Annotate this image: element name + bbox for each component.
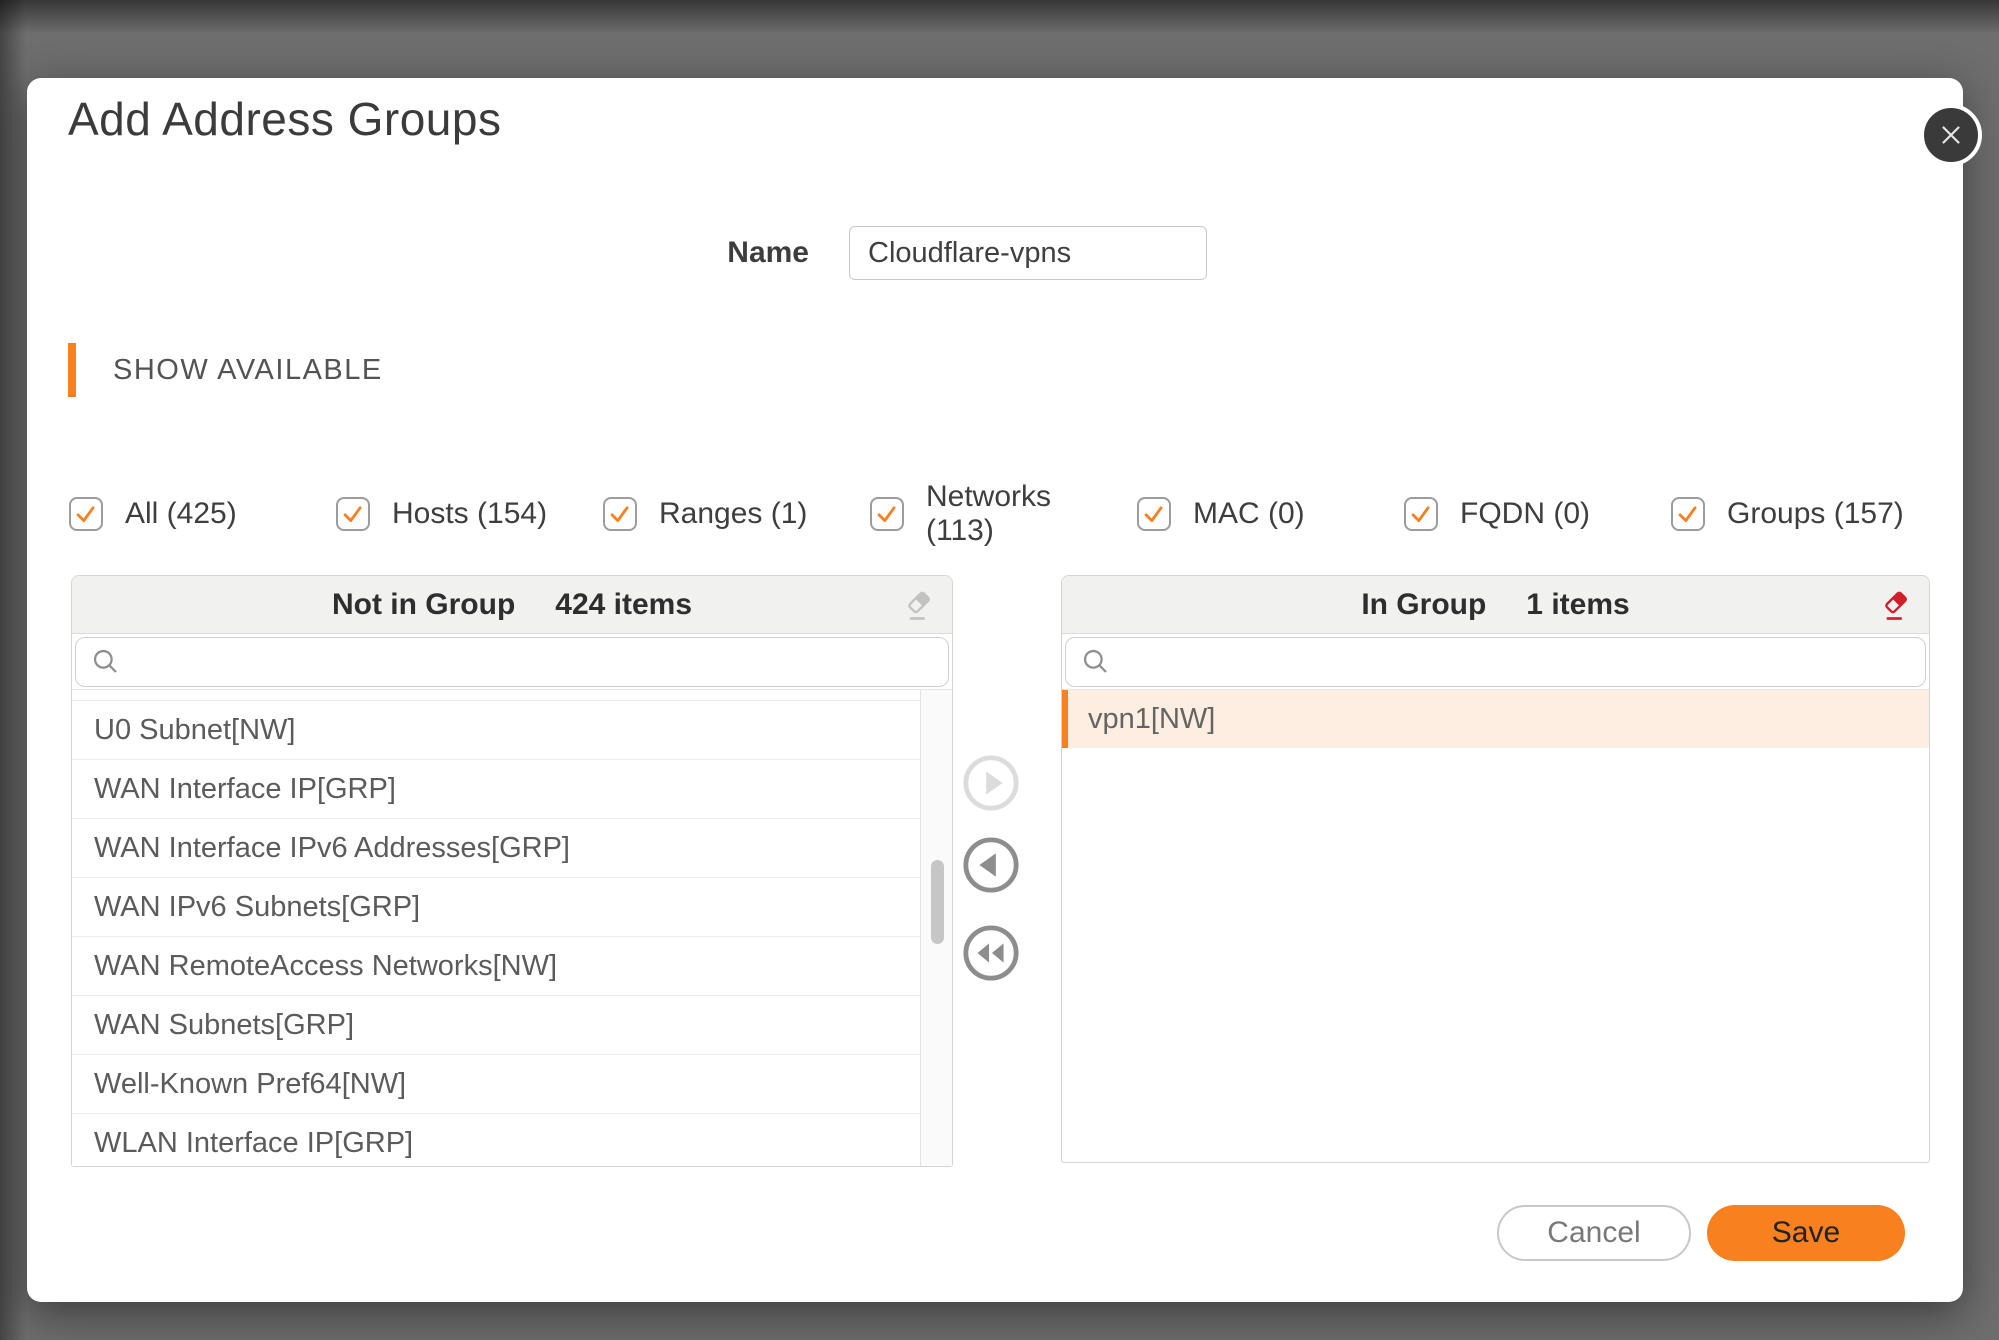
- address-list-item[interactable]: WAN IPv6 Subnets[GRP]: [72, 878, 921, 937]
- add-address-groups-dialog: Add Address Groups Name SHOW AVAILABLE A…: [27, 78, 1982, 1302]
- filter-checkbox-item[interactable]: Ranges (1): [603, 497, 870, 532]
- in-group-list: vpn1[NW]: [1062, 689, 1929, 1162]
- not-in-group-panel: Not in Group 424 items U0 Subnet[NW] WAN…: [71, 575, 953, 1167]
- clear-list-eraser-icon[interactable]: [898, 585, 938, 625]
- not-in-group-search-box[interactable]: [75, 637, 949, 687]
- remove-from-group-button[interactable]: [962, 836, 1020, 894]
- filter-label: MAC (0): [1193, 496, 1305, 530]
- address-list-item[interactable]: WAN Interface IPv6 Addresses[GRP]: [72, 819, 921, 878]
- double-arrow-left-icon: [963, 925, 1019, 981]
- scrollbar-thumb[interactable]: [931, 860, 944, 944]
- dialog-title: Add Address Groups: [68, 93, 502, 145]
- address-list-item[interactable]: WAN Subnets[GRP]: [72, 996, 921, 1055]
- in-group-search-box[interactable]: [1065, 637, 1926, 687]
- address-list-item[interactable]: U0 Subnet[NW]: [72, 701, 921, 760]
- checkbox-checked-icon[interactable]: [1671, 497, 1705, 531]
- arrow-right-icon: [963, 755, 1019, 811]
- scrolled-row-remnant: [72, 690, 921, 701]
- filter-label: Ranges (1): [659, 496, 808, 530]
- filter-checkbox-item[interactable]: Groups (157): [1671, 497, 1904, 532]
- not-in-group-search-input[interactable]: [134, 637, 934, 687]
- scrollbar-track[interactable]: [920, 690, 952, 1166]
- close-icon: [1942, 126, 1960, 144]
- in-group-panel: In Group 1 items vpn1[NW]: [1061, 575, 1930, 1163]
- address-list-item[interactable]: WAN Interface IP[GRP]: [72, 760, 921, 819]
- show-available-section: SHOW AVAILABLE: [68, 343, 383, 397]
- filter-label: Groups (157): [1727, 496, 1904, 530]
- section-label: SHOW AVAILABLE: [113, 354, 383, 386]
- address-list-item[interactable]: Well-Known Pref64[NW]: [72, 1055, 921, 1114]
- search-icon: [1080, 646, 1112, 678]
- in-group-search-input[interactable]: [1124, 637, 1911, 687]
- checkbox-checked-icon[interactable]: [69, 497, 103, 531]
- panel-title: Not in Group: [331, 587, 516, 621]
- checkbox-checked-icon[interactable]: [336, 497, 370, 531]
- name-input[interactable]: [849, 226, 1207, 280]
- cancel-button[interactable]: Cancel: [1497, 1205, 1691, 1261]
- filter-checkbox-item[interactable]: Networks (113): [870, 480, 1137, 549]
- address-list-item[interactable]: WLAN Interface IP[GRP]: [72, 1114, 921, 1166]
- filter-checkbox-item[interactable]: All (425): [69, 497, 336, 532]
- address-list-item[interactable]: WAN RemoteAccess Networks[NW]: [72, 937, 921, 996]
- arrow-left-icon: [963, 837, 1019, 893]
- filter-checkbox-row: All (425) Hosts (154) Ranges (1) Network…: [69, 468, 1927, 560]
- checkbox-checked-icon[interactable]: [1137, 497, 1171, 531]
- clear-group-eraser-icon[interactable]: [1875, 585, 1915, 625]
- panel-item-count: 1 items: [1526, 587, 1630, 621]
- filter-label: All (425): [125, 496, 237, 530]
- filter-label: Networks (113): [926, 479, 1052, 548]
- remove-all-from-group-button[interactable]: [962, 924, 1020, 982]
- panel-item-count: 424 items: [555, 587, 693, 621]
- search-icon: [90, 646, 122, 678]
- close-button[interactable]: [1920, 104, 1982, 166]
- not-in-group-list: U0 Subnet[NW] WAN Interface IP[GRP] WAN …: [72, 689, 952, 1166]
- filter-label: Hosts (154): [392, 496, 548, 530]
- in-group-header: In Group 1 items: [1062, 576, 1929, 634]
- filter-checkbox-item[interactable]: Hosts (154): [336, 497, 603, 532]
- filter-checkbox-item[interactable]: FQDN (0): [1404, 497, 1671, 532]
- group-member-item[interactable]: vpn1[NW]: [1062, 690, 1929, 748]
- checkbox-checked-icon[interactable]: [870, 497, 904, 531]
- filter-label: FQDN (0): [1460, 496, 1590, 530]
- not-in-group-header: Not in Group 424 items: [72, 576, 952, 634]
- panel-title: In Group: [1361, 587, 1487, 621]
- filter-checkbox-item[interactable]: MAC (0): [1137, 497, 1404, 532]
- save-button[interactable]: Save: [1707, 1205, 1905, 1261]
- move-to-group-button[interactable]: [962, 754, 1020, 812]
- section-accent-bar: [68, 343, 76, 397]
- checkbox-checked-icon[interactable]: [1404, 497, 1438, 531]
- checkbox-checked-icon[interactable]: [603, 497, 637, 531]
- name-label: Name: [727, 236, 809, 269]
